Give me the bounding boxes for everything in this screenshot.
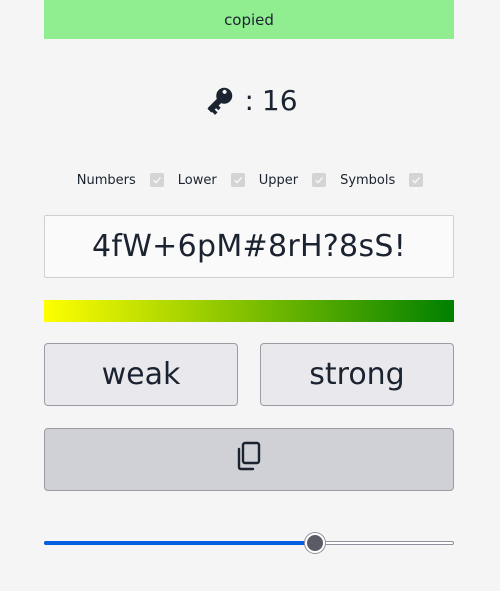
option-symbols[interactable]: Symbols [340, 172, 424, 188]
option-symbols-label: Symbols [340, 172, 396, 188]
length-display: : 16 [0, 80, 500, 120]
option-lower-checkbox[interactable] [230, 173, 245, 187]
option-numbers[interactable]: Numbers [77, 173, 178, 188]
option-upper-label: Upper [258, 172, 299, 188]
option-upper-checkbox[interactable] [312, 173, 327, 187]
option-numbers-label: Numbers [76, 172, 136, 188]
copied-toast: copied [44, 0, 454, 39]
option-lower[interactable]: Lower [178, 173, 259, 188]
weak-button-label: weak [101, 357, 181, 392]
slider-progress [44, 541, 315, 545]
check-icon [233, 176, 242, 184]
check-icon [152, 176, 161, 184]
length-value: 16 [261, 83, 298, 117]
slider-thumb[interactable] [304, 533, 325, 553]
password-text: 4fW+6pM#8rH?8sS! [91, 229, 407, 264]
character-options: Numbers Lower Upper Symbols [0, 170, 500, 190]
strong-button[interactable]: strong [260, 343, 454, 406]
check-icon [412, 176, 421, 184]
weak-button[interactable]: weak [44, 343, 238, 406]
copy-icon [232, 439, 266, 481]
length-separator: : [244, 83, 254, 117]
check-icon [315, 176, 324, 184]
app-root: copied : 16 Numbers Lower Upper Symbols … [0, 0, 500, 591]
length-slider[interactable] [44, 532, 454, 556]
copy-button[interactable] [44, 428, 454, 491]
toast-text: copied [224, 10, 274, 29]
option-upper[interactable]: Upper [259, 173, 340, 188]
strong-button-label: strong [309, 357, 405, 392]
strength-bar [44, 300, 454, 322]
password-output[interactable]: 4fW+6pM#8rH?8sS! [44, 215, 454, 278]
option-symbols-checkbox[interactable] [409, 173, 424, 187]
key-icon [202, 82, 238, 118]
option-lower-label: Lower [177, 172, 217, 188]
strength-bar-fill [44, 300, 454, 322]
option-numbers-checkbox[interactable] [149, 173, 164, 187]
